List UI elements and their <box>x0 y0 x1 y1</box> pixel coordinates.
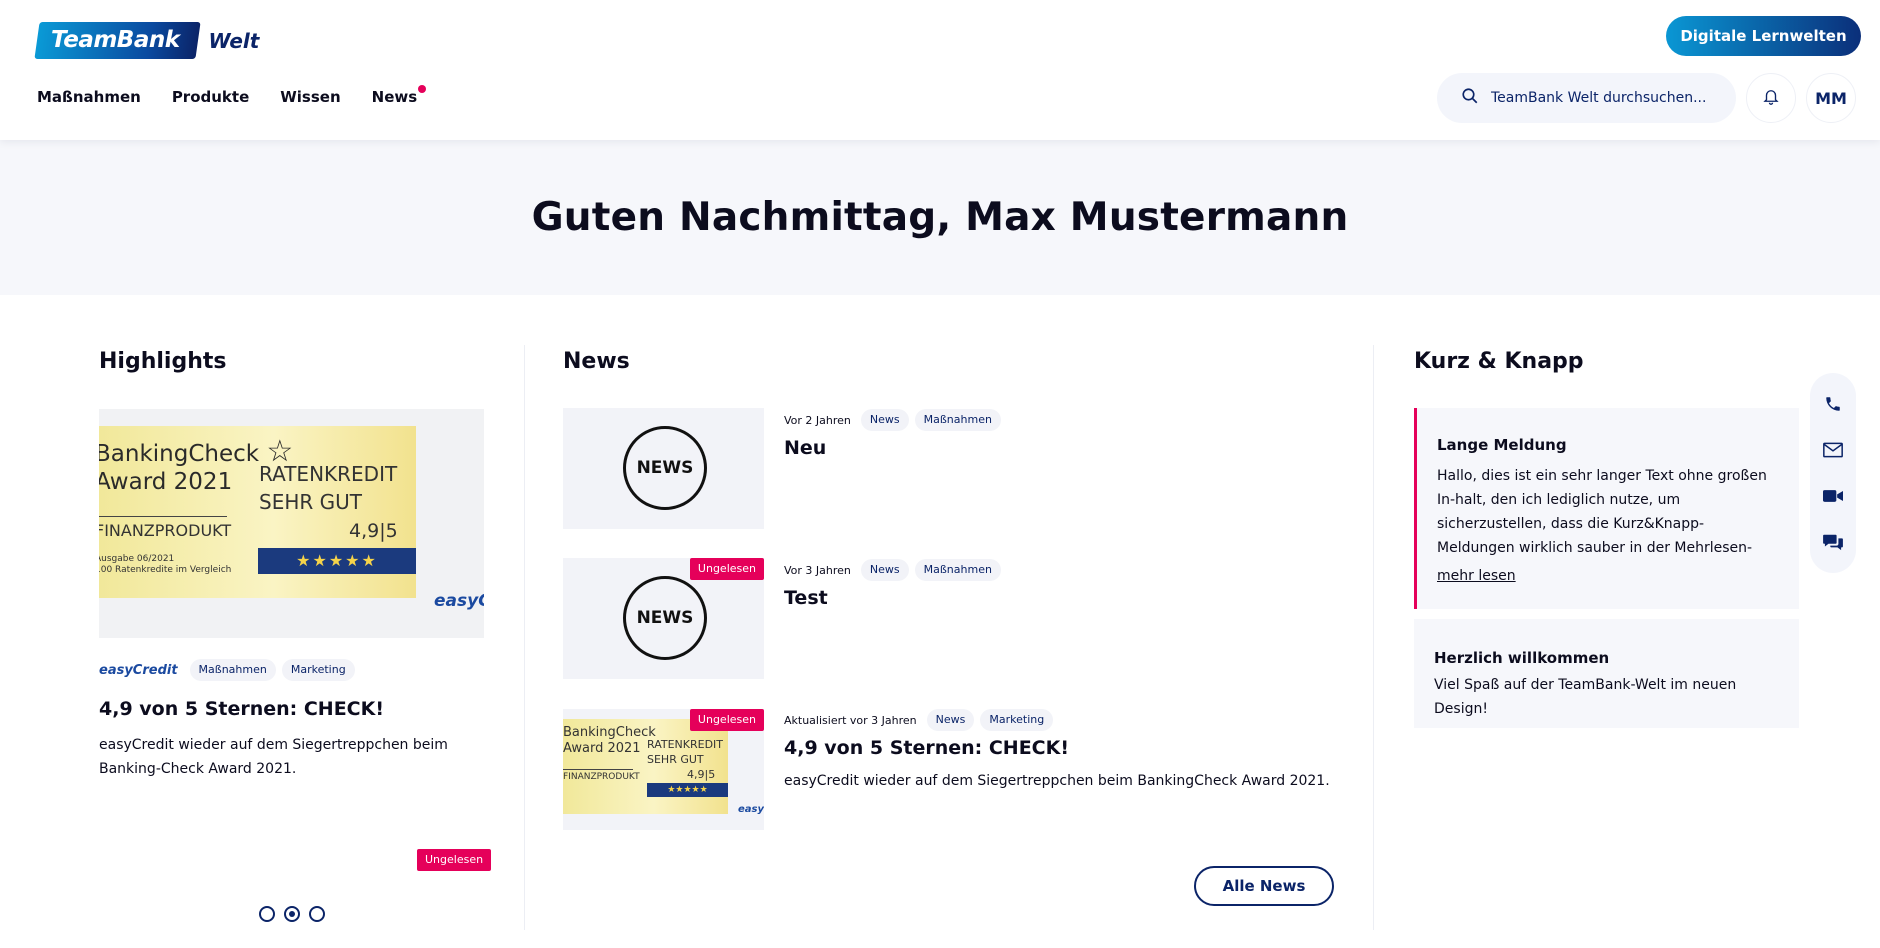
news-meta: Aktualisiert vor 3 Jahren News Marketing <box>784 709 1059 731</box>
chat-icon[interactable] <box>1820 529 1846 555</box>
bell-icon <box>1762 87 1780 109</box>
search-box[interactable] <box>1437 73 1736 123</box>
highlight-title[interactable]: 4,9 von 5 Sternen: CHECK! <box>99 698 384 720</box>
search-icon <box>1461 87 1479 109</box>
greeting-banner: Guten Nachmittag, Max Mustermann <box>0 140 1880 295</box>
notifications-button[interactable] <box>1746 73 1796 123</box>
kurz-card-title: Lange Meldung <box>1437 436 1567 454</box>
news-thumbnail[interactable]: NEWS Ungelesen <box>563 558 764 679</box>
tag-massnahmen[interactable]: Maßnahmen <box>914 409 1001 431</box>
news-thumbnail[interactable]: BankingCheck Award 2021 FINANZPRODUKT RAT… <box>563 709 764 830</box>
nav-item-news[interactable]: News <box>372 85 427 106</box>
news-time: Aktualisiert vor 3 Jahren <box>784 713 917 727</box>
video-icon[interactable] <box>1820 483 1846 509</box>
highlight-meta: easyCredit Maßnahmen Marketing <box>99 659 361 681</box>
news-section-title: News <box>563 349 630 374</box>
tag-massnahmen[interactable]: Maßnahmen <box>914 559 1001 581</box>
mail-icon[interactable] <box>1820 437 1846 463</box>
logo-suffix: Welt <box>208 28 260 53</box>
kurz-card-willkommen[interactable]: Herzlich willkommen Viel Spaß auf der Te… <box>1414 619 1799 728</box>
search-input[interactable] <box>1491 90 1721 106</box>
highlights-title: Highlights <box>99 349 227 374</box>
site-header: TeamBank Welt Digitale Lernwelten Maßnah… <box>0 0 1880 140</box>
digitale-lernwelten-button[interactable]: Digitale Lernwelten <box>1666 16 1861 56</box>
highlight-text: easyCredit wieder auf dem Siegertreppche… <box>99 737 448 777</box>
tag-marketing[interactable]: Marketing <box>980 709 1054 731</box>
easycredit-brand-label: easyCredit <box>99 662 178 678</box>
kurz-card-text: Viel Spaß auf der TeamBank-Welt im neuen… <box>1434 677 1737 717</box>
news-time: Vor 2 Jahren <box>784 413 851 427</box>
tag-news[interactable]: News <box>860 559 909 581</box>
unread-badge: Ungelesen <box>417 849 492 871</box>
carousel-dot-2[interactable] <box>284 906 300 922</box>
tag-massnahmen[interactable]: Maßnahmen <box>189 659 276 681</box>
news-title[interactable]: 4,9 von 5 Sternen: CHECK! <box>784 737 1069 759</box>
easycredit-logo: easyCredit <box>738 804 764 815</box>
news-icon: NEWS <box>623 576 707 660</box>
news-icon: NEWS <box>623 426 707 510</box>
contact-bar <box>1810 373 1856 573</box>
kurz-card-title: Herzlich willkommen <box>1434 649 1610 667</box>
phone-icon[interactable] <box>1820 391 1846 417</box>
carousel-dot-1[interactable] <box>259 906 275 922</box>
tag-news[interactable]: News <box>926 709 975 731</box>
tag-news[interactable]: News <box>860 409 909 431</box>
unread-badge: Ungelesen <box>689 709 764 731</box>
news-title[interactable]: Test <box>784 587 828 609</box>
nav-item-produkte[interactable]: Produkte <box>172 88 249 106</box>
unread-badge: Ungelesen <box>689 558 764 580</box>
main-nav: Maßnahmen Produkte Wissen News <box>37 85 427 106</box>
user-avatar[interactable]: MM <box>1806 73 1856 123</box>
news-meta: Vor 3 Jahren News Maßnahmen <box>784 559 1007 581</box>
greeting-title: Guten Nachmittag, Max Mustermann <box>531 195 1349 240</box>
kurz-card-lange-meldung[interactable]: Lange Meldung Hallo, dies ist ein sehr l… <box>1414 408 1799 609</box>
column-divider <box>1373 345 1374 930</box>
news-time: Vor 3 Jahren <box>784 563 851 577</box>
highlight-image[interactable]: BankingCheck ☆ Award 2021 FINANZPRODUKT A… <box>99 409 484 638</box>
logo-mark: TeamBank <box>34 22 201 59</box>
carousel-dot-3[interactable] <box>309 906 325 922</box>
carousel-dots <box>259 906 325 922</box>
kurz-knapp-title: Kurz & Knapp <box>1414 349 1584 374</box>
news-unread-dot <box>418 85 427 93</box>
news-text: easyCredit wieder auf dem Siegertreppche… <box>784 773 1330 789</box>
easycredit-logo: easyCredit <box>434 591 484 611</box>
column-divider <box>524 345 525 930</box>
tag-marketing[interactable]: Marketing <box>281 659 355 681</box>
news-thumbnail[interactable]: NEWS <box>563 408 764 529</box>
teambank-logo[interactable]: TeamBank Welt <box>34 22 260 59</box>
award-image: BankingCheck ☆ Award 2021 FINANZPRODUKT A… <box>99 426 416 598</box>
nav-item-wissen[interactable]: Wissen <box>280 88 340 106</box>
news-title[interactable]: Neu <box>784 437 826 459</box>
kurz-card-text: Hallo, dies ist ein sehr langer Text ohn… <box>1437 468 1767 556</box>
all-news-button[interactable]: Alle News <box>1194 866 1334 906</box>
news-meta: Vor 2 Jahren News Maßnahmen <box>784 409 1007 431</box>
nav-item-massnahmen[interactable]: Maßnahmen <box>37 88 141 106</box>
read-more-link[interactable]: mehr lesen <box>1437 568 1779 584</box>
award-image: BankingCheck Award 2021 FINANZPRODUKT RAT… <box>563 719 728 814</box>
